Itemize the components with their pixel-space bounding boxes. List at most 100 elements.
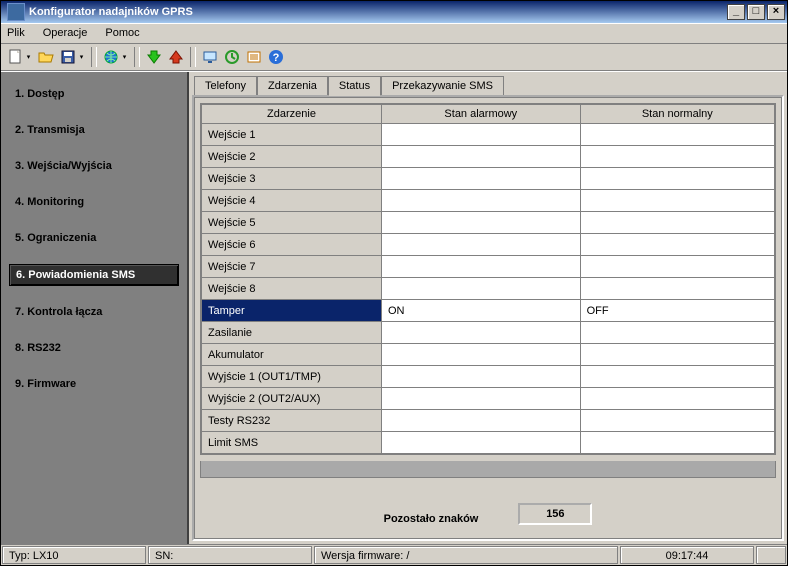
save-icon[interactable]	[58, 47, 78, 67]
row-label[interactable]: Testy RS232	[202, 410, 382, 432]
cell-normal[interactable]	[580, 388, 774, 410]
row-label[interactable]: Wejście 3	[202, 168, 382, 190]
cell-alarm[interactable]	[382, 322, 581, 344]
new-dropdown[interactable]: ▾	[25, 47, 32, 67]
titlebar: Konfigurator nadajników GPRS _ □ ×	[1, 1, 787, 23]
cell-alarm[interactable]	[382, 234, 581, 256]
cell-normal[interactable]	[580, 168, 774, 190]
table-row[interactable]: Wejście 4	[202, 190, 775, 212]
cell-normal[interactable]	[580, 190, 774, 212]
cell-normal[interactable]	[580, 432, 774, 454]
cell-normal[interactable]	[580, 410, 774, 432]
cell-normal[interactable]: OFF	[580, 300, 774, 322]
col-alarm[interactable]: Stan alarmowy	[382, 105, 581, 124]
menu-operations[interactable]: Operacje	[43, 27, 88, 39]
help-icon[interactable]: ?	[266, 47, 286, 67]
table-row[interactable]: Wejście 1	[202, 124, 775, 146]
sidebar-item-2[interactable]: 3. Wejścia/Wyjścia	[9, 156, 179, 176]
table-row[interactable]: Zasilanie	[202, 322, 775, 344]
table-row[interactable]: Wyjście 1 (OUT1/TMP)	[202, 366, 775, 388]
row-label[interactable]: Zasilanie	[202, 322, 382, 344]
table-row[interactable]: Testy RS232	[202, 410, 775, 432]
table-row[interactable]: Wejście 3	[202, 168, 775, 190]
cell-alarm[interactable]	[382, 212, 581, 234]
tab-1[interactable]: Zdarzenia	[257, 76, 328, 95]
cell-alarm[interactable]	[382, 410, 581, 432]
menu-file[interactable]: Plik	[7, 27, 25, 39]
new-file-icon[interactable]	[5, 47, 25, 67]
cell-alarm[interactable]	[382, 388, 581, 410]
col-event[interactable]: Zdarzenie	[202, 105, 382, 124]
sidebar-item-3[interactable]: 4. Monitoring	[9, 192, 179, 212]
sidebar-item-1[interactable]: 2. Transmisja	[9, 120, 179, 140]
table-row[interactable]: Akumulator	[202, 344, 775, 366]
maximize-button[interactable]: □	[747, 4, 765, 20]
history-icon[interactable]	[222, 47, 242, 67]
status-type: Typ: LX10	[2, 546, 146, 564]
cell-normal[interactable]	[580, 322, 774, 344]
menu-help[interactable]: Pomoc	[105, 27, 139, 39]
open-file-icon[interactable]	[36, 47, 56, 67]
cell-normal[interactable]	[580, 234, 774, 256]
row-label[interactable]: Wejście 6	[202, 234, 382, 256]
cell-normal[interactable]	[580, 256, 774, 278]
cell-alarm[interactable]	[382, 278, 581, 300]
statusbar: Typ: LX10 SN: Wersja firmware: / 09:17:4…	[1, 544, 787, 565]
table-row[interactable]: Wyjście 2 (OUT2/AUX)	[202, 388, 775, 410]
row-label[interactable]: Wejście 1	[202, 124, 382, 146]
sidebar-item-0[interactable]: 1. Dostęp	[9, 84, 179, 104]
tab-3[interactable]: Przekazywanie SMS	[381, 76, 504, 95]
sidebar-item-6[interactable]: 7. Kontrola łącza	[9, 302, 179, 322]
row-label[interactable]: Wyjście 2 (OUT2/AUX)	[202, 388, 382, 410]
save-dropdown[interactable]: ▾	[78, 47, 85, 67]
sidebar-item-4[interactable]: 5. Ograniczenia	[9, 228, 179, 248]
cell-normal[interactable]	[580, 212, 774, 234]
sidebar-item-7[interactable]: 8. RS232	[9, 338, 179, 358]
row-label[interactable]: Wejście 8	[202, 278, 382, 300]
table-row[interactable]: Wejście 6	[202, 234, 775, 256]
sidebar-item-5[interactable]: 6. Powiadomienia SMS	[9, 264, 179, 286]
globe-icon[interactable]	[101, 47, 121, 67]
download-green-icon[interactable]	[144, 47, 164, 67]
row-label[interactable]: Wejście 2	[202, 146, 382, 168]
cell-normal[interactable]	[580, 278, 774, 300]
row-label[interactable]: Limit SMS	[202, 432, 382, 454]
tab-0[interactable]: Telefony	[194, 76, 257, 95]
cell-alarm[interactable]	[382, 146, 581, 168]
row-label[interactable]: Wejście 5	[202, 212, 382, 234]
cell-alarm[interactable]	[382, 190, 581, 212]
cell-alarm[interactable]	[382, 256, 581, 278]
close-button[interactable]: ×	[767, 4, 785, 20]
upload-red-icon[interactable]	[166, 47, 186, 67]
chars-remaining-area: Pozostało znaków 156	[194, 478, 782, 539]
tab-2[interactable]: Status	[328, 76, 381, 96]
cell-alarm[interactable]	[382, 168, 581, 190]
cell-alarm[interactable]	[382, 344, 581, 366]
table-row[interactable]: Wejście 2	[202, 146, 775, 168]
cell-alarm[interactable]: ON	[382, 300, 581, 322]
cell-normal[interactable]	[580, 344, 774, 366]
col-normal[interactable]: Stan normalny	[580, 105, 774, 124]
table-row[interactable]: Wejście 8	[202, 278, 775, 300]
table-row[interactable]: TamperONOFF	[202, 300, 775, 322]
cell-alarm[interactable]	[382, 366, 581, 388]
cell-alarm[interactable]	[382, 432, 581, 454]
minimize-button[interactable]: _	[727, 4, 745, 20]
globe-dropdown[interactable]: ▾	[121, 47, 128, 67]
cell-normal[interactable]	[580, 146, 774, 168]
table-row[interactable]: Wejście 7	[202, 256, 775, 278]
cell-normal[interactable]	[580, 366, 774, 388]
row-label[interactable]: Akumulator	[202, 344, 382, 366]
row-label[interactable]: Wejście 4	[202, 190, 382, 212]
window-title: Konfigurator nadajników GPRS	[29, 6, 725, 18]
cell-normal[interactable]	[580, 124, 774, 146]
table-row[interactable]: Wejście 5	[202, 212, 775, 234]
row-label[interactable]: Wyjście 1 (OUT1/TMP)	[202, 366, 382, 388]
table-row[interactable]: Limit SMS	[202, 432, 775, 454]
events-icon[interactable]	[244, 47, 264, 67]
cell-alarm[interactable]	[382, 124, 581, 146]
row-label[interactable]: Wejście 7	[202, 256, 382, 278]
row-label[interactable]: Tamper	[202, 300, 382, 322]
sidebar-item-8[interactable]: 9. Firmware	[9, 374, 179, 394]
monitor-icon[interactable]	[200, 47, 220, 67]
